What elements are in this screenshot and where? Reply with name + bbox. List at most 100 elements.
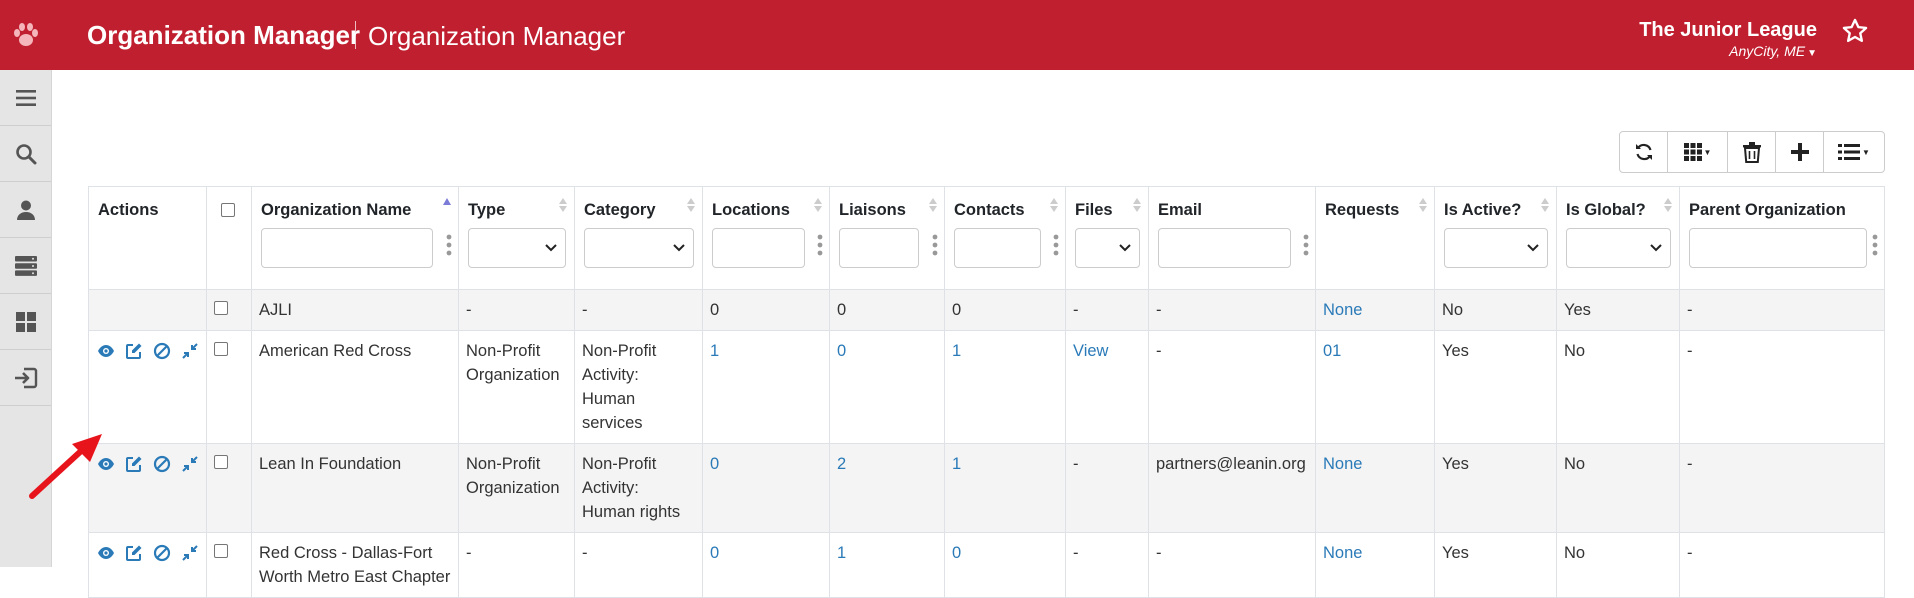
list-options-button[interactable]: ▼ [1824,132,1884,172]
row-checkbox[interactable] [214,455,228,469]
category-cell: Non-Profit Activity: Human rights [574,443,703,533]
column-header-organization-name[interactable]: Organization Name [251,186,459,290]
column-label: Liaisons [839,201,906,219]
deactivate-ban-icon[interactable] [152,341,171,361]
organization-name-cell: American Red Cross [251,330,459,444]
delete-button[interactable] [1728,132,1776,172]
column-label: Type [468,201,506,219]
sidebar-item-dashboard[interactable] [0,294,51,350]
row-checkbox[interactable] [214,544,228,558]
kebab-menu-icon[interactable] [1872,231,1878,259]
sort-icon[interactable] [1540,197,1550,213]
sort-icon[interactable] [558,197,568,213]
requests-link[interactable]: None [1315,443,1435,533]
organization-name-cell: Lean In Foundation [251,443,459,533]
sort-ascending-icon[interactable] [442,197,452,213]
liaisons-link[interactable]: 1 [829,532,945,598]
category-filter-select[interactable] [584,228,694,268]
sidebar-item-search[interactable] [0,126,51,182]
liaisons-link[interactable]: 2 [829,443,945,533]
files-filter-select[interactable] [1075,228,1140,268]
sidebar-item-logout[interactable] [0,350,51,406]
columns-icon [1683,143,1702,161]
sidebar-item-menu[interactable] [0,70,51,126]
column-label: Is Active? [1444,201,1522,219]
contacts-link[interactable]: 1 [944,443,1066,533]
locations-link[interactable]: 1 [702,330,830,444]
column-header-liaisons[interactable]: Liaisons [829,186,945,290]
kebab-menu-icon[interactable] [1303,231,1309,259]
refresh-button[interactable] [1620,132,1668,172]
row-checkbox[interactable] [214,301,228,315]
menu-icon [15,89,36,106]
columns-button[interactable]: ▼ [1668,132,1728,172]
deactivate-ban-icon[interactable] [152,543,171,563]
sort-icon[interactable] [928,197,938,213]
merge-compress-icon[interactable] [180,543,199,563]
select-cell [206,330,252,444]
liaisons-filter-input[interactable] [839,228,919,268]
column-header-requests[interactable]: Requests [1315,186,1435,290]
column-header-type[interactable]: Type [458,186,575,290]
parent-organization-cell: - [1679,532,1885,598]
add-button[interactable] [1776,132,1824,172]
kebab-menu-icon[interactable] [932,231,938,259]
edit-icon[interactable] [124,543,143,563]
row-checkbox[interactable] [214,342,228,356]
parent-organization-filter-input[interactable] [1689,228,1867,268]
requests-link[interactable]: None [1315,532,1435,598]
column-header-contacts[interactable]: Contacts [944,186,1066,290]
locations-link[interactable]: 0 [702,532,830,598]
sort-icon[interactable] [1418,197,1428,213]
sidebar-item-profile[interactable] [0,182,51,238]
is-active-filter-select[interactable] [1444,228,1548,268]
chevron-down-icon [545,244,557,252]
contacts-link[interactable]: 1 [944,330,1066,444]
column-header-is-active[interactable]: Is Active? [1434,186,1557,290]
requests-link[interactable]: None [1315,289,1435,331]
kebab-menu-icon[interactable] [817,231,823,259]
column-label: Category [584,201,656,219]
sidebar-item-servers[interactable] [0,238,51,294]
locations-filter-input[interactable] [712,228,805,268]
kebab-menu-icon[interactable] [1053,231,1059,259]
app-title[interactable]: Organization Manager [87,20,360,51]
column-header-parent-organization[interactable]: Parent Organization [1679,186,1885,290]
column-header-locations[interactable]: Locations [702,186,830,290]
edit-icon[interactable] [124,341,143,361]
sort-icon[interactable] [813,197,823,213]
column-label: Actions [98,201,159,219]
type-filter-select[interactable] [468,228,566,268]
liaisons-link[interactable]: 0 [829,330,945,444]
is-global-filter-select[interactable] [1566,228,1671,268]
edit-icon[interactable] [124,454,143,474]
column-header-files[interactable]: Files [1065,186,1149,290]
is-global-cell: No [1556,330,1680,444]
merge-compress-icon[interactable] [180,454,199,474]
column-label: Contacts [954,201,1025,219]
contacts-link[interactable]: 0 [944,532,1066,598]
sort-icon[interactable] [1132,197,1142,213]
star-icon[interactable] [1838,14,1872,48]
view-eye-icon[interactable] [96,543,115,563]
sort-icon[interactable] [686,197,696,213]
merge-compress-icon[interactable] [180,341,199,361]
organization-selector[interactable]: AnyCity, ME ▼ [1729,43,1817,59]
view-eye-icon[interactable] [96,341,115,361]
kebab-menu-icon[interactable] [446,231,452,259]
requests-link[interactable]: 01 [1315,330,1435,444]
column-header-is-global[interactable]: Is Global? [1556,186,1680,290]
deactivate-ban-icon[interactable] [152,454,171,474]
files-view-link[interactable]: View [1065,330,1149,444]
contacts-filter-input[interactable] [954,228,1041,268]
select-all-checkbox[interactable] [221,203,235,217]
organization-name-filter-input[interactable] [261,228,433,268]
files-cell: - [1065,289,1149,331]
column-header-email[interactable]: Email [1148,186,1316,290]
sort-icon[interactable] [1663,197,1673,213]
paw-logo-icon[interactable] [0,0,52,70]
email-filter-input[interactable] [1158,228,1291,268]
locations-link[interactable]: 0 [702,443,830,533]
sort-icon[interactable] [1049,197,1059,213]
column-header-category[interactable]: Category [574,186,703,290]
